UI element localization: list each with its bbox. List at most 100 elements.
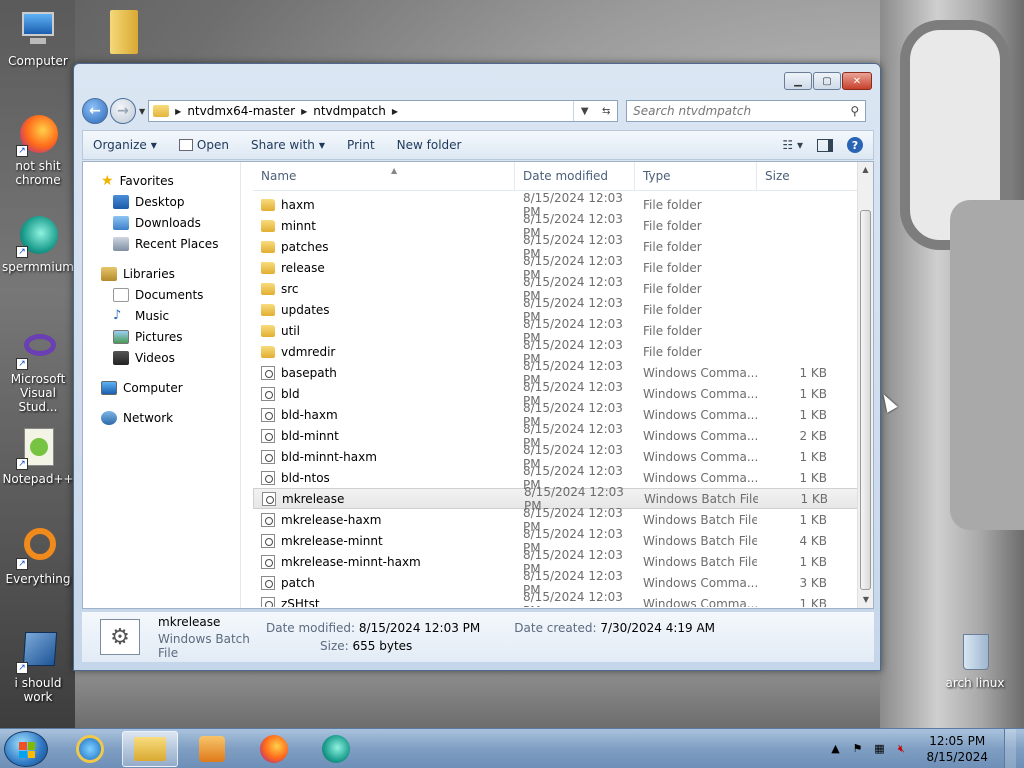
file-name-cell: bld-minnt-haxm	[253, 449, 515, 464]
nav-label: Documents	[135, 287, 204, 302]
show-hidden-icons-button[interactable]: ▲	[828, 742, 842, 756]
file-type-cell: File folder	[643, 344, 702, 359]
nav-videos[interactable]: Videos	[83, 347, 240, 368]
file-size-cell: 1 KB	[799, 554, 827, 569]
batch-file-icon	[261, 407, 275, 422]
batch-file-icon	[261, 449, 275, 464]
file-name-cell: src	[253, 282, 515, 296]
column-header-type[interactable]: Type	[635, 162, 757, 190]
shortcut-arrow-icon: ↗	[16, 145, 28, 157]
help-icon[interactable]: ?	[847, 137, 863, 153]
nav-music[interactable]: ♪ Music	[83, 305, 240, 326]
taskbar-media-player[interactable]	[184, 731, 240, 767]
recent-pages-dropdown[interactable]: ▼	[139, 107, 145, 116]
search-input[interactable]: Search ntvdmpatch ⚲	[626, 100, 867, 122]
address-dropdown-button[interactable]: ▼	[581, 106, 589, 117]
taskbar-internet-explorer[interactable]	[62, 731, 118, 767]
minimize-button[interactable]: ▁	[784, 72, 812, 90]
maximize-button[interactable]: ▢	[813, 72, 841, 90]
nav-libraries[interactable]: Libraries	[83, 263, 240, 284]
vertical-scrollbar[interactable]: ▲ ▼	[857, 162, 873, 608]
nav-recent-places[interactable]: Recent Places	[83, 233, 240, 254]
taskbar-firefox[interactable]	[246, 731, 302, 767]
open-icon	[178, 139, 193, 151]
new-folder-button[interactable]: New folder	[397, 138, 462, 152]
nav-downloads[interactable]: Downloads	[83, 212, 240, 233]
search-icon[interactable]: ⚲	[850, 104, 859, 118]
print-button[interactable]: Print	[347, 138, 375, 152]
desktop-icon-spermmium[interactable]: ↗ spermmium	[0, 214, 76, 274]
nav-pictures[interactable]: Pictures	[83, 326, 240, 347]
desktop-icon-notepadpp[interactable]: ↗ Notepad++	[0, 426, 76, 486]
file-name: minnt	[281, 218, 316, 233]
folder-icon	[261, 219, 275, 232]
desktop-icon-everything[interactable]: ↗ Everything	[0, 526, 76, 586]
breadcrumb-item[interactable]: ntvdmpatch	[313, 104, 386, 118]
action-center-flag-icon[interactable]: ⚑	[850, 742, 864, 756]
clock[interactable]: 12:05 PM 8/15/2024	[926, 733, 988, 765]
taskbar-file-explorer[interactable]	[122, 731, 178, 767]
file-size-cell: 1 KB	[799, 407, 827, 422]
forward-button[interactable]: →	[110, 98, 136, 124]
file-type-cell: File folder	[643, 302, 702, 317]
file-name: vdmredir	[281, 344, 336, 359]
desktop-icon-firefox[interactable]: ↗ not shit chrome	[0, 113, 76, 187]
scroll-up-button[interactable]: ▲	[858, 162, 873, 178]
nav-computer[interactable]: Computer	[83, 377, 240, 398]
column-header-date[interactable]: Date modified	[515, 162, 635, 190]
close-button[interactable]: ✕	[842, 72, 872, 90]
chevron-right-icon[interactable]: ▶	[175, 107, 181, 116]
file-name-cell: bld-haxm	[253, 407, 515, 422]
nav-label: Libraries	[123, 266, 175, 281]
column-headers: ▲ Name Date modified Type Size	[253, 162, 861, 191]
breadcrumb-item[interactable]: ntvdmx64-master	[187, 104, 295, 118]
taskbar-browser[interactable]	[308, 731, 364, 767]
file-size-cell: 1 KB	[799, 596, 827, 608]
desktop-icon-computer[interactable]: Computer	[0, 8, 76, 68]
chevron-right-icon[interactable]: ▶	[392, 107, 398, 116]
file-name-cell: vdmredir	[253, 345, 515, 359]
back-button[interactable]: ←	[82, 98, 108, 124]
address-bar[interactable]: ▶ ntvdmx64-master ▶ ntvdmpatch ▶ ▼ ⇆	[148, 100, 619, 122]
back-arrow-icon: ←	[89, 103, 101, 119]
file-type-cell: Windows Batch File	[643, 512, 757, 527]
desktop-icon-label: not shit chrome	[15, 159, 61, 187]
desktop-icon-folder[interactable]	[76, 6, 148, 54]
scroll-down-button[interactable]: ▼	[858, 592, 874, 608]
refresh-icon[interactable]: ⇆	[602, 106, 610, 117]
preview-pane-icon[interactable]	[817, 138, 833, 152]
date-created-value: 7/30/2024 4:19 AM	[600, 621, 716, 635]
desktop-icon-label: i should work	[14, 676, 62, 704]
nav-documents[interactable]: Documents	[83, 284, 240, 305]
nav-favorites[interactable]: ★ Favorites	[83, 170, 240, 191]
share-with-button[interactable]: Share with ▼	[251, 138, 325, 152]
start-button[interactable]	[4, 731, 48, 767]
nav-label: Favorites	[119, 173, 174, 188]
maximize-icon: ▢	[822, 75, 832, 87]
date-modified-label: Date modified:	[266, 621, 356, 635]
toolbar-right: ☷ ▾ ?	[782, 137, 863, 153]
scroll-thumb[interactable]	[860, 210, 871, 590]
folder-icon	[261, 324, 275, 337]
file-name-cell: mkrelease-minnt	[253, 533, 515, 548]
browser-icon: ↗	[16, 214, 60, 258]
folder-icon	[261, 282, 275, 295]
nav-network[interactable]: Network	[83, 407, 240, 428]
media-player-icon	[199, 736, 225, 762]
volume-muted-icon[interactable]: 🔇︎	[894, 742, 908, 756]
organize-button[interactable]: Organize ▼	[93, 138, 157, 152]
file-size-cell: 2 KB	[799, 428, 827, 443]
batch-file-icon	[261, 428, 275, 443]
open-button[interactable]: Open	[178, 138, 229, 152]
network-status-icon[interactable]: ▦	[872, 742, 886, 756]
chevron-right-icon[interactable]: ▶	[301, 107, 307, 116]
file-date-cell: 8/15/2024 12:03 PM	[523, 589, 623, 608]
show-desktop-button[interactable]	[1004, 729, 1016, 768]
file-row[interactable]: zSHtst 8/15/2024 12:03 PM Windows Comma...…	[253, 589, 861, 608]
nav-desktop[interactable]: Desktop	[83, 191, 240, 212]
desktop-icon-virtualbox[interactable]: ↗ i should work	[0, 630, 76, 704]
view-options-icon[interactable]: ☷ ▾	[782, 138, 803, 152]
desktop-icon-recycle-bin[interactable]: arch linux	[937, 630, 1013, 690]
column-header-size[interactable]: Size	[757, 162, 831, 190]
desktop-icon-visual-studio[interactable]: ↗ Microsoft Visual Stud...	[0, 326, 76, 414]
